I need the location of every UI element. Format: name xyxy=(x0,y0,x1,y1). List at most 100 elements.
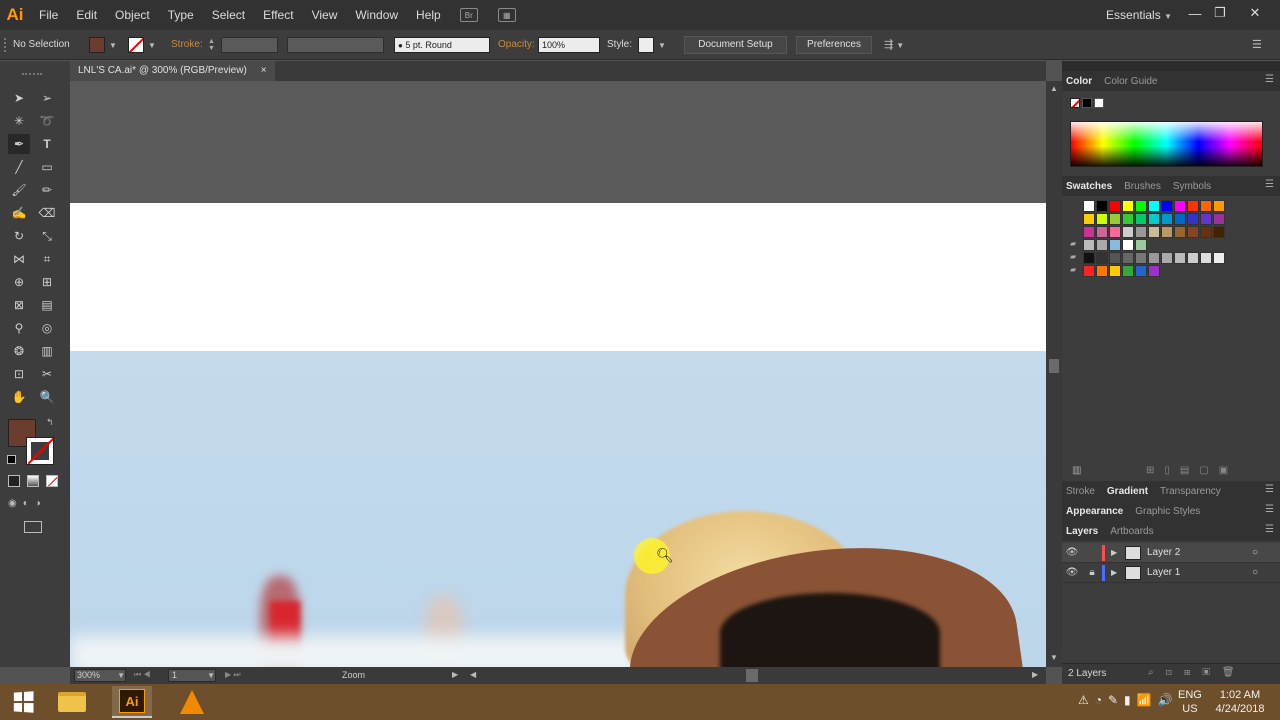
menu-help[interactable]: Help xyxy=(407,0,450,30)
swatch[interactable] xyxy=(1122,265,1134,277)
menu-file[interactable]: File xyxy=(30,0,67,30)
scale-tool-icon[interactable]: ⤡ xyxy=(36,226,58,246)
swatch[interactable] xyxy=(1109,265,1121,277)
draw-inside-icon[interactable]: ◑ xyxy=(35,498,41,509)
bridge-icon[interactable]: Br xyxy=(459,8,478,22)
shape-builder-tool-icon[interactable]: ⊕ xyxy=(8,272,30,292)
swatch[interactable] xyxy=(1135,239,1147,251)
rotate-tool-icon[interactable]: ↻ xyxy=(8,226,30,246)
type-tool-icon[interactable]: T xyxy=(36,134,58,154)
menu-edit[interactable]: Edit xyxy=(67,0,106,30)
swatch[interactable] xyxy=(1109,239,1121,251)
tab-artboards[interactable]: Artboards xyxy=(1110,526,1153,537)
swatch[interactable] xyxy=(1096,226,1108,238)
swatch[interactable] xyxy=(1200,226,1212,238)
brush-definition-field[interactable]: ● 5 pt. Round xyxy=(394,37,490,53)
eraser-tool-icon[interactable]: ⌫ xyxy=(36,203,58,223)
slice-tool-icon[interactable]: ✂ xyxy=(36,364,58,384)
swatch[interactable] xyxy=(1122,252,1134,264)
default-fill-stroke-icon[interactable] xyxy=(7,455,16,464)
menu-window[interactable]: Window xyxy=(346,0,407,30)
gradient-tool-icon[interactable]: ▤ xyxy=(36,295,58,315)
next-artboard-icon[interactable]: ▶ ⏭ xyxy=(225,670,241,680)
menu-object[interactable]: Object xyxy=(106,0,159,30)
vertical-scroll-thumb[interactable] xyxy=(1049,359,1059,373)
swatch[interactable] xyxy=(1174,200,1186,212)
variable-width-profile[interactable] xyxy=(287,37,384,53)
layer-row[interactable]: 👁︎ 🔒︎ ▶ Layer 1 ○ xyxy=(1062,563,1280,583)
none-color-icon[interactable] xyxy=(1070,98,1080,108)
swatch[interactable] xyxy=(1148,226,1160,238)
lock-icon[interactable]: 🔒︎ xyxy=(1082,567,1102,578)
close-tab-icon[interactable]: × xyxy=(261,61,267,81)
swatch[interactable] xyxy=(1213,226,1225,238)
color-panel-menu-icon[interactable]: ☰ xyxy=(1265,74,1274,85)
menu-view[interactable]: View xyxy=(303,0,347,30)
lasso-tool-icon[interactable]: ➰ xyxy=(36,111,58,131)
menu-select[interactable]: Select xyxy=(203,0,254,30)
swatch[interactable] xyxy=(1135,265,1147,277)
none-mode-icon[interactable] xyxy=(46,475,58,487)
visibility-eye-icon[interactable]: 👁︎ xyxy=(1062,567,1082,578)
swatch[interactable] xyxy=(1096,252,1108,264)
swatch[interactable] xyxy=(1213,213,1225,225)
scroll-left-icon[interactable]: ◀ xyxy=(470,670,476,679)
symbol-sprayer-tool-icon[interactable]: ❂ xyxy=(8,341,30,361)
stroke-stepper[interactable]: ▲ ▼ xyxy=(208,38,215,52)
swatch[interactable] xyxy=(1083,265,1095,277)
tab-gradient[interactable]: Gradient xyxy=(1107,486,1148,497)
artboard-tool-icon[interactable]: ⊡ xyxy=(8,364,30,384)
tab-swatches[interactable]: Swatches xyxy=(1066,181,1112,192)
target-circle-icon[interactable]: ○ xyxy=(1252,547,1258,558)
swatch[interactable] xyxy=(1161,200,1173,212)
swatch[interactable] xyxy=(1083,213,1095,225)
blob-brush-tool-icon[interactable]: ✍ xyxy=(8,203,30,223)
status-menu-icon[interactable]: ▶ xyxy=(452,670,458,679)
free-transform-tool-icon[interactable]: ⌗ xyxy=(36,249,58,269)
swatch[interactable] xyxy=(1148,200,1160,212)
selection-tool-icon[interactable]: ➤ xyxy=(8,88,30,108)
column-graph-tool-icon[interactable]: ▥ xyxy=(36,341,58,361)
preferences-button[interactable]: Preferences xyxy=(796,36,872,54)
scroll-down-icon[interactable]: ▼ xyxy=(1050,653,1058,662)
stroke-none-swatch[interactable] xyxy=(128,37,144,53)
swatch[interactable] xyxy=(1161,252,1173,264)
blend-tool-icon[interactable]: ◎ xyxy=(36,318,58,338)
menu-type[interactable]: Type xyxy=(159,0,203,30)
swatch[interactable] xyxy=(1109,226,1121,238)
tab-transparency[interactable]: Transparency xyxy=(1160,486,1221,497)
tab-graphic-styles[interactable]: Graphic Styles xyxy=(1135,506,1200,517)
swatch[interactable] xyxy=(1135,213,1147,225)
swatches-panel-menu-icon[interactable]: ☰ xyxy=(1265,179,1274,190)
width-tool-icon[interactable]: ⋈ xyxy=(8,249,30,269)
file-explorer-icon[interactable] xyxy=(52,686,92,718)
pencil-tool-icon[interactable]: ✏ xyxy=(36,180,58,200)
direct-selection-tool-icon[interactable]: ➢ xyxy=(36,88,58,108)
layers-actions-icons[interactable]: ⌕⊡⊞▣🗑 xyxy=(1148,667,1247,678)
swatch[interactable] xyxy=(1161,213,1173,225)
swatch[interactable] xyxy=(1148,213,1160,225)
swatch[interactable] xyxy=(1109,200,1121,212)
clock[interactable]: 1:02 AM 4/24/2018 xyxy=(1212,688,1268,716)
layers-panel-menu-icon[interactable]: ☰ xyxy=(1265,524,1274,535)
opacity-label[interactable]: Opacity: xyxy=(498,30,535,60)
fill-dropdown-icon[interactable]: ▼ xyxy=(109,41,117,50)
hand-tool-icon[interactable]: ✋ xyxy=(8,387,30,407)
opacity-field[interactable]: 100% xyxy=(538,37,600,53)
swatch[interactable] xyxy=(1148,265,1160,277)
workspace-switcher[interactable]: Essentials ▼ xyxy=(1106,0,1172,32)
draw-normal-icon[interactable]: ◉ xyxy=(8,498,17,509)
swatch[interactable] xyxy=(1200,200,1212,212)
start-button[interactable] xyxy=(3,686,43,718)
illustrator-taskbar-icon[interactable]: Ai xyxy=(112,686,152,718)
layer-row[interactable]: 👁︎ ▶ Layer 2 ○ xyxy=(1062,543,1280,563)
color-mode-icon[interactable] xyxy=(8,475,20,487)
vlc-icon[interactable] xyxy=(172,686,212,718)
tab-brushes[interactable]: Brushes xyxy=(1124,181,1161,192)
eyedropper-tool-icon[interactable]: ⚲ xyxy=(8,318,30,338)
swatch[interactable] xyxy=(1213,200,1225,212)
mesh-tool-icon[interactable]: ⊠ xyxy=(8,295,30,315)
swatch[interactable] xyxy=(1122,239,1134,251)
scroll-up-icon[interactable]: ▲ xyxy=(1050,84,1058,93)
swatch[interactable] xyxy=(1187,213,1199,225)
